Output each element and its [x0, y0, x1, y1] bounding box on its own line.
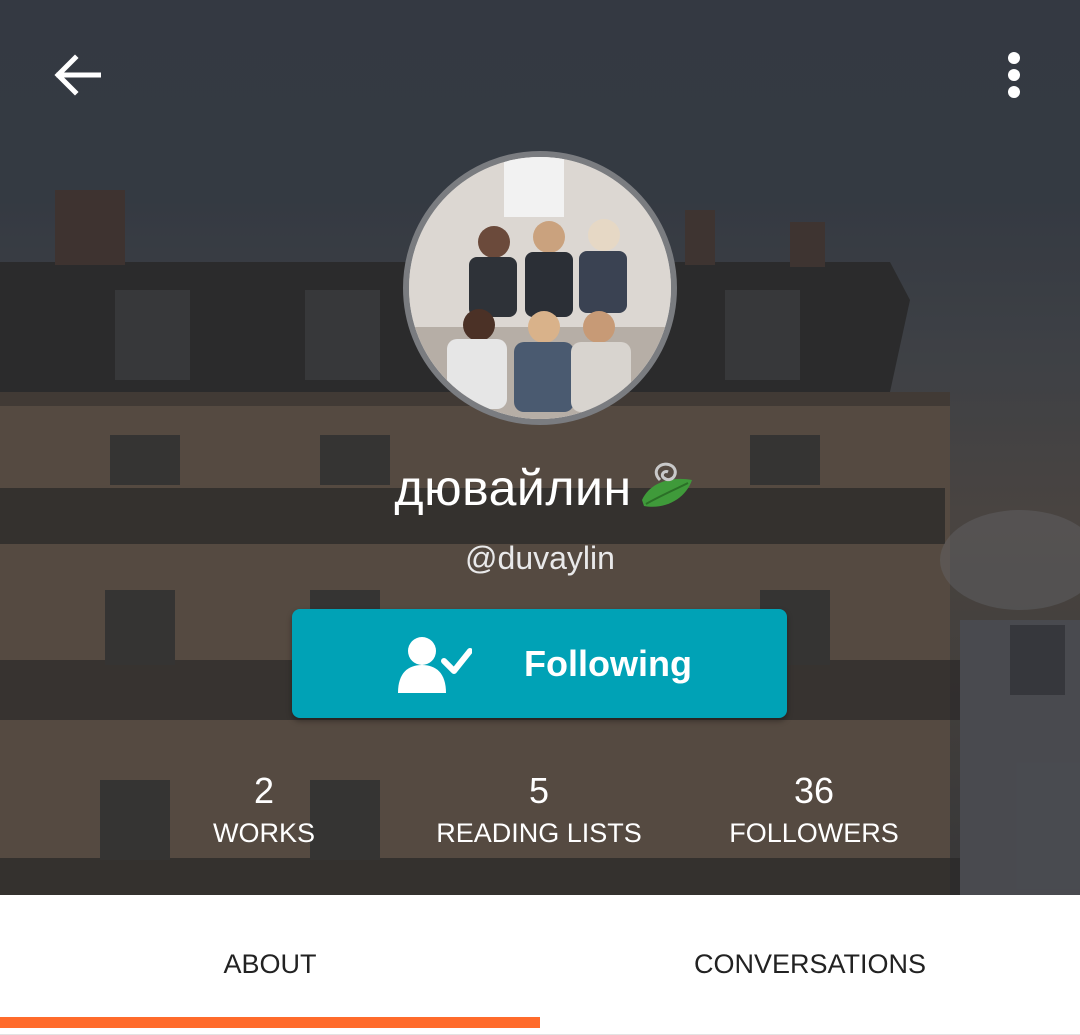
stat-works-value: 2 [253, 770, 275, 811]
display-name: дювайлин [394, 460, 632, 516]
display-name-row: дювайлин [0, 455, 1080, 521]
stat-works-label: WORKS [212, 818, 315, 848]
tab-conversations[interactable]: CONVERSATIONS [540, 895, 1080, 1034]
avatar[interactable] [403, 151, 677, 425]
tab-about[interactable]: ABOUT [0, 895, 540, 1034]
following-button[interactable]: Following [292, 609, 787, 718]
arrow-left-icon [54, 54, 101, 96]
back-button[interactable] [44, 42, 110, 108]
avatar-photo [409, 157, 671, 419]
profile-header [0, 0, 1080, 895]
username: @duvaylin [465, 540, 615, 576]
stat-reading-lists-label: READING LISTS [436, 818, 642, 848]
stat-followers-value: 36 [793, 770, 835, 811]
stat-followers[interactable]: 36 FOLLOWERS [674, 770, 954, 850]
stat-reading-lists[interactable]: 5 READING LISTS [399, 770, 679, 850]
header-scrim [0, 0, 1080, 895]
leaf-badge-icon [641, 462, 692, 507]
profile-tabs: ABOUT CONVERSATIONS [0, 895, 1080, 1035]
more-options-button[interactable] [984, 42, 1044, 108]
following-button-label: Following [524, 643, 692, 684]
stat-followers-label: FOLLOWERS [729, 818, 899, 848]
active-tab-indicator [0, 1017, 540, 1028]
user-check-icon [398, 637, 472, 693]
stat-reading-lists-value: 5 [528, 770, 550, 811]
stat-works[interactable]: 2 WORKS [124, 770, 404, 850]
more-vertical-icon [1008, 52, 1020, 98]
